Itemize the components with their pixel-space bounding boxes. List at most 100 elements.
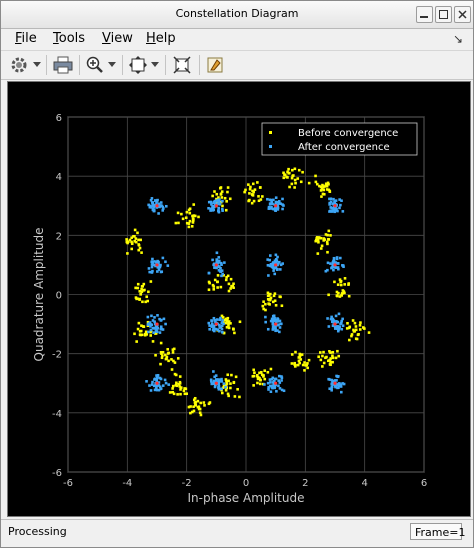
figure-window: Constellation Diagram File Tools View He… <box>0 0 474 548</box>
point-before-convergence <box>256 377 260 381</box>
point-before-convergence <box>288 185 291 189</box>
reference-constellation-point <box>214 322 218 326</box>
x-tick-label: 6 <box>421 478 427 489</box>
chevron-down-icon <box>108 62 116 67</box>
close-button[interactable] <box>454 6 471 23</box>
point-before-convergence <box>259 198 263 201</box>
point-before-convergence <box>174 383 178 387</box>
point-before-convergence <box>142 325 146 329</box>
point-before-convergence <box>190 225 194 228</box>
point-after-convergence <box>209 209 212 212</box>
point-after-convergence <box>273 207 276 211</box>
pan-button[interactable] <box>127 54 149 76</box>
point-before-convergence <box>216 274 220 277</box>
point-after-convergence <box>215 318 219 321</box>
point-after-convergence <box>146 315 150 319</box>
point-after-convergence <box>272 269 275 272</box>
point-before-convergence <box>137 321 141 325</box>
zoom-in-button[interactable] <box>84 54 106 76</box>
point-before-convergence <box>238 320 242 324</box>
x-tick-label: -2 <box>182 478 192 489</box>
point-after-convergence <box>334 379 337 382</box>
point-after-convergence <box>267 386 270 389</box>
menu-file[interactable]: File <box>15 31 37 46</box>
point-after-convergence <box>162 207 165 210</box>
point-after-convergence <box>329 262 332 265</box>
point-after-convergence <box>272 314 276 318</box>
point-after-convergence <box>266 381 270 385</box>
point-after-convergence <box>332 197 335 201</box>
point-before-convergence <box>357 332 360 336</box>
point-before-convergence <box>317 355 320 359</box>
point-before-convergence <box>300 353 304 356</box>
point-before-convergence <box>260 373 264 377</box>
print-button[interactable] <box>51 54 75 76</box>
point-before-convergence <box>137 243 141 246</box>
point-before-convergence <box>133 239 137 243</box>
point-after-convergence <box>224 385 227 389</box>
settings-dropdown[interactable] <box>31 54 43 76</box>
point-before-convergence <box>132 235 135 238</box>
point-before-convergence <box>227 282 231 286</box>
point-before-convergence <box>146 299 150 303</box>
point-before-convergence <box>248 192 251 195</box>
point-before-convergence <box>359 321 362 324</box>
point-before-convergence <box>321 354 324 358</box>
zoom-dropdown[interactable] <box>106 54 118 76</box>
point-after-convergence <box>326 261 330 265</box>
dock-arrow-icon[interactable]: ↘ <box>453 32 463 46</box>
point-before-convergence <box>197 215 200 219</box>
point-before-convergence <box>363 327 366 330</box>
pan-dropdown[interactable] <box>149 54 161 76</box>
point-after-convergence <box>274 260 277 264</box>
point-before-convergence <box>269 296 273 300</box>
point-before-convergence <box>286 170 289 174</box>
menu-tools[interactable]: Tools <box>53 31 85 46</box>
point-before-convergence <box>226 316 230 320</box>
point-before-convergence <box>213 190 216 193</box>
point-after-convergence <box>151 257 154 261</box>
point-after-convergence <box>328 201 332 205</box>
point-before-convergence <box>303 369 306 372</box>
point-before-convergence <box>184 216 188 220</box>
point-before-convergence <box>215 192 219 196</box>
point-before-convergence <box>176 357 180 360</box>
constellation-chart[interactable]: -6 -4 -2 0 2 4 6 -6 -4 -2 0 2 4 6 In-phase Amplitude Qu… <box>8 82 470 516</box>
point-after-convergence <box>156 375 159 379</box>
x-tick-label: -4 <box>122 478 132 489</box>
point-before-convergence <box>232 328 235 331</box>
status-bar: Processing Frame=1 <box>1 519 473 548</box>
point-before-convergence <box>143 288 146 292</box>
point-before-convergence <box>212 285 216 288</box>
point-before-convergence <box>314 180 318 184</box>
point-after-convergence <box>213 385 217 389</box>
point-before-convergence <box>151 340 155 343</box>
point-before-convergence <box>319 247 323 250</box>
settings-button[interactable] <box>7 54 31 76</box>
minimize-button[interactable] <box>416 6 433 23</box>
point-before-convergence <box>130 242 134 246</box>
point-after-convergence <box>334 266 338 269</box>
point-after-convergence <box>166 264 170 267</box>
menu-view[interactable]: View <box>102 31 133 46</box>
pan-icon <box>129 56 147 74</box>
point-before-convergence <box>187 405 191 409</box>
x-tick-label: -6 <box>63 478 73 489</box>
point-before-convergence <box>293 178 297 182</box>
point-after-convergence <box>147 330 150 334</box>
point-before-convergence <box>196 405 200 409</box>
maximize-button[interactable] <box>435 6 452 23</box>
point-before-convergence <box>125 238 128 241</box>
point-after-convergence <box>339 256 342 260</box>
point-before-convergence <box>192 203 196 206</box>
point-before-convergence <box>252 368 255 372</box>
point-after-convergence <box>330 387 333 390</box>
point-after-convergence <box>281 207 284 211</box>
point-after-convergence <box>219 387 223 391</box>
scale-axes-button[interactable] <box>170 54 194 76</box>
point-before-convergence <box>316 252 320 255</box>
highlight-button[interactable] <box>204 54 226 76</box>
menu-help[interactable]: Help <box>146 31 176 46</box>
point-before-convergence <box>159 341 163 345</box>
point-after-convergence <box>162 317 166 321</box>
